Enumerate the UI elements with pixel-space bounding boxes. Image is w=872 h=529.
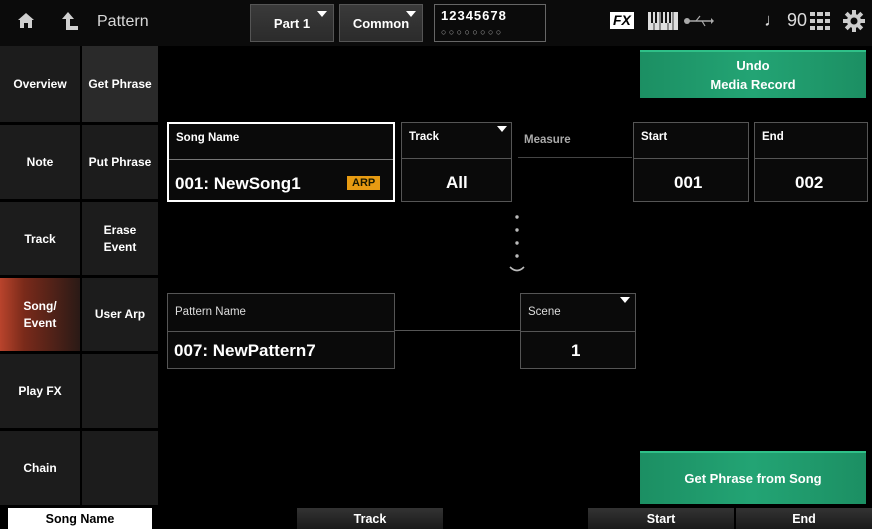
bottom-start-button[interactable]: Start — [588, 508, 734, 529]
subtab-get-phrase-label: Get Phrase — [88, 76, 152, 91]
common-select-label: Common — [352, 15, 410, 31]
end-label: End — [762, 131, 784, 143]
start-field[interactable]: Start 001 — [633, 122, 749, 202]
bottom-bar: Song Name Track Start End — [0, 508, 872, 529]
dropdown-triangle-icon — [620, 297, 630, 303]
keyboard-icon[interactable] — [648, 12, 678, 35]
arp-badge: ARP — [347, 176, 381, 190]
dropdown-triangle-icon — [406, 11, 416, 17]
track-field[interactable]: Track All — [401, 122, 512, 202]
song-name-field[interactable]: Song Name 001: NewSong1 ARP — [167, 122, 395, 202]
part-select-button[interactable]: Part 1 — [250, 4, 334, 42]
subtab-user-arp-label: User Arp — [94, 307, 146, 321]
tab-chain[interactable]: Chain — [0, 431, 80, 508]
tab-track[interactable]: Track — [0, 202, 80, 278]
grid-menu-icon[interactable] — [810, 12, 830, 35]
end-value: 002 — [795, 173, 824, 192]
gear-icon[interactable] — [843, 10, 865, 37]
common-select-button[interactable]: Common — [339, 4, 423, 42]
scene-label: Scene — [528, 306, 561, 318]
tab-note-label: Note — [26, 155, 54, 169]
measure-divider — [518, 157, 632, 158]
song-name-value: 001: NewSong1 — [175, 174, 301, 193]
part-indicator: 12345678 ○○○○○○○○ — [434, 4, 546, 42]
scene-value: 1 — [571, 341, 581, 360]
bottom-end-button[interactable]: End — [736, 508, 872, 529]
fx-badge[interactable]: FX — [610, 12, 634, 29]
part-select-label: Part 1 — [273, 15, 311, 31]
track-value: All — [446, 173, 468, 192]
track-label: Track — [409, 131, 440, 143]
pattern-name-field[interactable]: Pattern Name 007: NewPattern7 — [167, 293, 395, 369]
subtab-get-phrase[interactable]: Get Phrase — [82, 46, 158, 125]
tab-song-event[interactable]: Song/ Event — [0, 278, 80, 354]
subtab-erase-event[interactable]: Erase Event — [82, 202, 158, 278]
tempo-display[interactable]: ♩ 90 — [764, 10, 807, 31]
media-record-label: Media Record — [710, 77, 796, 92]
tab-overview-label: Overview — [13, 77, 67, 91]
bottom-start-label: Start — [646, 511, 676, 526]
subtab-empty-2 — [82, 431, 158, 508]
tab-play-fx[interactable]: Play FX — [0, 354, 80, 431]
pattern-name-value: 007: NewPattern7 — [174, 341, 316, 360]
start-label: Start — [641, 131, 668, 143]
bottom-track-button[interactable]: Track — [297, 508, 443, 529]
tab-play-fx-label: Play FX — [18, 384, 62, 398]
end-field[interactable]: End 002 — [754, 122, 868, 202]
pattern-divider — [395, 330, 520, 331]
get-phrase-label: Get Phrase from Song — [684, 471, 822, 486]
start-value: 001 — [674, 173, 703, 192]
subtab-user-arp[interactable]: User Arp — [82, 278, 158, 354]
tab-note[interactable]: Note — [0, 125, 80, 202]
song-name-label: Song Name — [176, 132, 240, 144]
dropdown-triangle-icon — [497, 126, 507, 132]
subtab-erase-event-label: Erase Event — [103, 222, 137, 254]
tab-track-label: Track — [24, 231, 56, 246]
tab-chain-label: Chain — [23, 461, 57, 475]
bottom-track-label: Track — [353, 511, 387, 526]
tab-song-event-label: Song/ Event — [23, 298, 57, 330]
dropdown-triangle-icon — [317, 11, 327, 17]
scene-field[interactable]: Scene 1 — [520, 293, 636, 369]
top-bar: Pattern Part 1 Common 12345678 ○○○○○○○○ … — [0, 0, 872, 46]
home-icon[interactable] — [16, 10, 36, 35]
bottom-end-label: End — [792, 511, 816, 526]
back-arrow-icon[interactable] — [60, 10, 80, 37]
subtab-put-phrase-label: Put Phrase — [88, 154, 152, 169]
measure-label: Measure — [524, 134, 571, 146]
undo-label: Undo — [736, 58, 770, 73]
undo-media-record-button[interactable]: Undo Media Record — [640, 50, 866, 98]
subtab-empty-1 — [82, 354, 158, 431]
part-numbers: 12345678 — [441, 8, 507, 23]
pattern-name-label: Pattern Name — [175, 306, 246, 318]
subtab-put-phrase[interactable]: Put Phrase — [82, 125, 158, 202]
tab-overview[interactable]: Overview — [0, 46, 80, 125]
direction-arrow-icon — [508, 212, 528, 280]
bottom-song-name-button[interactable]: Song Name — [8, 508, 152, 529]
usb-icon — [684, 14, 714, 33]
part-status-dots: ○○○○○○○○ — [441, 27, 504, 37]
bottom-song-name-label: Song Name — [45, 511, 115, 526]
get-phrase-from-song-button[interactable]: Get Phrase from Song — [640, 451, 866, 504]
page-title: Pattern — [97, 13, 149, 30]
